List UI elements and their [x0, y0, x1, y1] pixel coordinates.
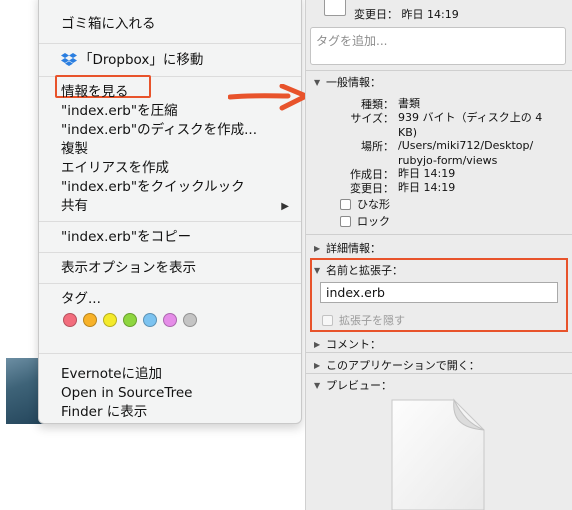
checkbox-box — [340, 216, 351, 227]
disclosure-open-icon: ▼ — [314, 381, 321, 390]
menu-item-share[interactable]: 共有 — [61, 197, 289, 216]
checkbox-label: ロック — [357, 215, 390, 228]
menu-item-open-in-sourcetree[interactable]: Open in SourceTree — [61, 384, 192, 403]
tag-green-dot[interactable] — [123, 313, 137, 327]
submenu-arrow-icon: ▶ — [281, 201, 289, 212]
locked-checkbox[interactable]: ロック — [340, 213, 390, 229]
tag-blue-dot[interactable] — [143, 313, 157, 327]
location-label: 場所： — [361, 140, 394, 153]
tag-input[interactable]: タグを追加... — [310, 27, 566, 65]
menu-item-copy[interactable]: "index.erb"をコピー — [61, 228, 191, 247]
hide-extension-checkbox[interactable]: 拡張子を隠す — [322, 312, 405, 328]
tag-red-dot[interactable] — [63, 313, 77, 327]
menu-separator — [39, 283, 301, 284]
file-icon — [324, 0, 346, 16]
checkbox-label: 拡張子を隠す — [339, 314, 405, 327]
section-label: 一般情報： — [326, 76, 381, 89]
size-label: サイズ： — [350, 112, 394, 125]
disclosure-closed-icon: ▶ — [314, 340, 321, 349]
modified-value: 昨日 14:19 — [398, 181, 456, 194]
section-more-info-header[interactable]: ▶ 詳細情報： — [314, 240, 381, 256]
checkbox-label: ひな形 — [357, 198, 390, 211]
section-open-with-header[interactable]: ▶ このアプリケーションで開く： — [314, 357, 480, 373]
menu-item-quick-look[interactable]: "index.erb"をクイックルック — [61, 178, 245, 197]
menu-separator — [39, 221, 301, 222]
menu-item-duplicate[interactable]: 複製 — [61, 140, 88, 159]
divider — [306, 373, 572, 374]
menu-item-compress[interactable]: "index.erb"を圧縮 — [61, 102, 178, 121]
modified-label: 変更日： — [350, 182, 394, 195]
menu-item-cutoff[interactable]: ━━━━━━━━━━━━━━━━━ — [61, 0, 199, 1]
divider — [306, 70, 572, 71]
menu-item-add-to-evernote[interactable]: Evernoteに追加 — [61, 365, 162, 384]
section-label: このアプリケーションで開く： — [326, 359, 480, 372]
tag-gray-dot[interactable] — [183, 313, 197, 327]
tag-orange-dot[interactable] — [83, 313, 97, 327]
divider — [306, 234, 572, 235]
created-value: 昨日 14:19 — [398, 167, 456, 180]
disclosure-open-icon: ▼ — [314, 78, 321, 87]
checkbox-box — [322, 315, 333, 326]
menu-item-burn-to-disc[interactable]: "index.erb"のディスクを作成... — [61, 121, 257, 140]
context-menu: ━━━━━━━━━━━━━━━━━ ゴミ箱に入れる 「Dropbox」に移動 情… — [38, 0, 302, 424]
section-label: 名前と拡張子： — [326, 264, 403, 277]
size-value: 939 バイト（ディスク上の 4 KB) — [398, 111, 543, 139]
section-label: プレビュー： — [326, 379, 392, 392]
section-label: 詳細情報： — [326, 242, 381, 255]
disclosure-closed-icon: ▶ — [314, 244, 321, 253]
checkbox-box — [340, 199, 351, 210]
menu-item-move-to-dropbox[interactable]: 「Dropbox」に移動 — [61, 51, 203, 70]
menu-item-label: 「Dropbox」に移動 — [79, 52, 204, 68]
menu-separator — [39, 252, 301, 253]
stationery-checkbox[interactable]: ひな形 — [340, 196, 390, 212]
menu-separator — [39, 353, 301, 354]
menu-separator — [39, 43, 301, 44]
section-label: コメント： — [326, 338, 381, 351]
tag-yellow-dot[interactable] — [103, 313, 117, 327]
location-value: /Users/miki712/Desktop/ rubyjo-form/view… — [398, 139, 534, 167]
info-panel: 変更日： 昨日 14:19 タグを追加... ▼ 一般情報： 種類： 書類 サイズ… — [305, 0, 572, 510]
annotation-arrow-icon — [228, 84, 309, 111]
menu-item-tags[interactable]: タグ... — [61, 290, 101, 309]
menu-item-label: 共有 — [61, 198, 88, 214]
disclosure-open-icon: ▼ — [314, 266, 321, 275]
filename-input[interactable]: index.erb — [320, 282, 558, 303]
menu-item-get-info[interactable]: 情報を見る — [61, 83, 129, 102]
menu-item-show-in-finder[interactable]: Finder に表示 — [61, 403, 147, 422]
menu-item-show-view-options[interactable]: 表示オプションを表示 — [61, 259, 196, 278]
dropbox-icon — [61, 52, 77, 66]
section-general-header[interactable]: ▼ 一般情報： — [314, 74, 381, 90]
divider — [306, 352, 572, 353]
menu-item-move-to-trash[interactable]: ゴミ箱に入れる — [61, 15, 156, 34]
modified-date-header: 変更日： 昨日 14:19 — [354, 8, 459, 21]
disclosure-closed-icon: ▶ — [314, 361, 321, 370]
section-comments-header[interactable]: ▶ コメント： — [314, 336, 381, 352]
kind-value: 書類 — [398, 97, 420, 110]
section-preview-header[interactable]: ▼ プレビュー： — [314, 377, 392, 393]
section-name-extension-header[interactable]: ▼ 名前と拡張子： — [314, 262, 403, 278]
menu-item-make-alias[interactable]: エイリアスを作成 — [61, 159, 169, 178]
tag-purple-dot[interactable] — [163, 313, 177, 327]
document-preview-icon — [391, 398, 485, 510]
tag-color-row — [63, 313, 197, 327]
